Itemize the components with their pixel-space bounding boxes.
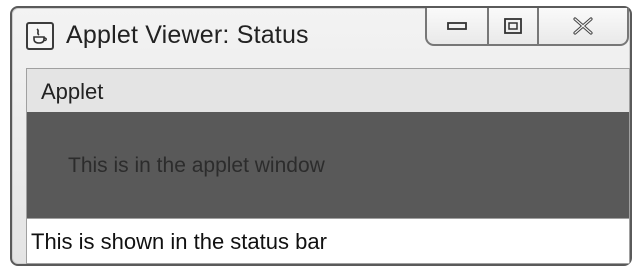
menu-item-applet[interactable]: Applet xyxy=(41,79,103,105)
status-bar: This is shown in the status bar xyxy=(26,218,630,264)
maximize-icon xyxy=(504,18,522,34)
window-title: Applet Viewer: Status xyxy=(66,21,309,49)
menu-bar: Applet xyxy=(26,68,630,112)
title-bar[interactable]: Applet Viewer: Status xyxy=(12,8,630,66)
applet-viewer-window: Applet Viewer: Status Applet This is in … xyxy=(10,6,632,266)
close-button[interactable] xyxy=(539,8,629,46)
maximize-button[interactable] xyxy=(489,8,539,46)
minimize-icon xyxy=(447,22,467,30)
close-icon xyxy=(573,17,593,35)
applet-panel[interactable]: This is in the applet window xyxy=(26,112,630,218)
applet-message: This is in the applet window xyxy=(68,154,325,177)
java-app-icon[interactable] xyxy=(26,22,54,50)
status-text: This is shown in the status bar xyxy=(31,229,327,254)
window-controls xyxy=(425,8,629,46)
minimize-button[interactable] xyxy=(425,8,489,46)
